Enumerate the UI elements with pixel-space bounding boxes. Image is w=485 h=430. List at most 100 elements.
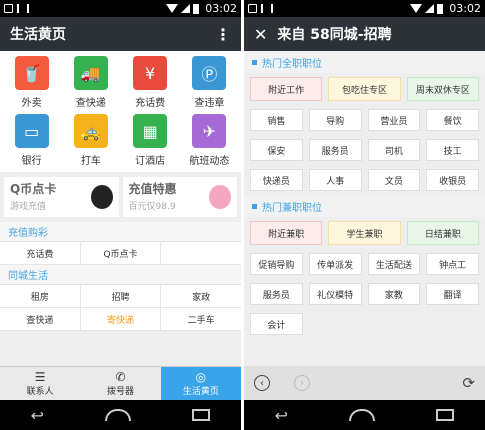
job-chip[interactable]: 销售 (250, 109, 303, 131)
service-link[interactable]: 查快递 (0, 308, 81, 330)
signal-icon (181, 4, 191, 13)
job-chip[interactable]: 服务员 (250, 283, 303, 305)
job-chip[interactable]: 技工 (426, 139, 479, 161)
taxi-icon: 🚕 (73, 114, 108, 148)
service-link[interactable]: 家政 (161, 285, 241, 307)
service-label: 外卖 (21, 98, 42, 109)
service-phone[interactable]: ¥ 充话费 (121, 56, 180, 114)
job-chip[interactable]: 导购 (308, 109, 362, 131)
back-nav-icon[interactable]: ↩ (31, 406, 44, 425)
refresh-button[interactable]: ⟳ (462, 374, 475, 392)
section-title: 热门全职职位 (244, 51, 485, 73)
tab-dialer[interactable]: ✆ 拨号器 (80, 367, 160, 400)
job-chip[interactable]: 生活配送 (367, 253, 421, 275)
status-bar: 03:02 (0, 0, 241, 17)
job-chip[interactable]: 司机 (367, 139, 421, 161)
tab-contacts[interactable]: ☰ 联系人 (0, 367, 80, 400)
back-nav-icon[interactable]: ↩ (275, 406, 288, 425)
promo-card[interactable]: Q币点卡 游戏充值 (4, 177, 119, 217)
penguin-icon (90, 185, 113, 209)
service-label: 充话费 (135, 98, 166, 109)
more-icon[interactable]: ⋮ (215, 25, 231, 44)
service-grid: 🥤 外卖 🚚 查快递 ¥ 充话费 Ⓟ 查违章 ▭ 银行 🚕 打车 ▦ 订酒店 ✈ 航班动态 (0, 51, 241, 172)
phone-icon: ¥ (133, 56, 168, 90)
app-bar: ✕ 来自 58同城-招聘 (244, 17, 485, 51)
job-chip[interactable]: 文员 (367, 169, 421, 191)
browser-toolbar: ‹ › ⟳ (244, 366, 485, 400)
job-chip[interactable]: 传单派发 (308, 253, 362, 275)
job-chip[interactable]: 家教 (367, 283, 421, 305)
job-chip[interactable]: 收银员 (426, 169, 479, 191)
service-link[interactable]: 租房 (0, 285, 81, 307)
service-drink[interactable]: 🥤 外卖 (2, 56, 61, 114)
home-nav-icon[interactable] (105, 409, 132, 421)
job-chip[interactable]: 保安 (250, 139, 303, 161)
service-link[interactable]: 寄快递 (81, 308, 162, 330)
service-label: 查违章 (194, 98, 225, 109)
drink-icon: 🥤 (14, 56, 49, 90)
promo-card[interactable]: 充值特惠 百元仅98.9 (122, 177, 237, 217)
parking-icon: Ⓟ (192, 56, 227, 90)
system-nav-bar: ↩ (0, 400, 241, 430)
job-chip[interactable]: 礼仪模特 (308, 283, 362, 305)
recents-nav-icon[interactable] (436, 409, 455, 421)
job-chip[interactable]: 会计 (250, 313, 303, 335)
job-chip[interactable]: 快递员 (250, 169, 303, 191)
job-chip[interactable]: 餐饮 (426, 109, 479, 131)
home-nav-icon[interactable] (349, 409, 376, 421)
close-icon[interactable]: ✕ (254, 25, 267, 44)
job-chip[interactable]: 服务员 (308, 139, 362, 161)
job-chip[interactable]: 翻译 (426, 283, 479, 305)
yellowpages-icon: ◎ (195, 369, 207, 384)
job-chip[interactable]: 促销导购 (250, 253, 303, 275)
job-chip[interactable]: 钟点工 (426, 253, 479, 275)
job-row: 服务员 礼仪模特 家教 翻译 (244, 279, 485, 309)
tab-label: 生活黄页 (182, 386, 219, 397)
featured-chip[interactable]: 附近兼职 (250, 221, 323, 245)
tab-label: 联系人 (26, 386, 54, 397)
status-bar: 03:02 (244, 0, 485, 17)
service-parking[interactable]: Ⓟ 查违章 (180, 56, 239, 114)
right-phone-screen: 03:02 ✕ 来自 58同城-招聘 热门全职职位附近工作 包吃住专区 周末双休专区… (244, 0, 485, 430)
hotel-icon: ▦ (133, 114, 168, 148)
bullet-icon (252, 59, 257, 65)
section-label: 热门兼职职位 (262, 202, 322, 214)
job-row: 会计 (244, 309, 485, 339)
plane-icon: ✈ (192, 114, 227, 148)
service-link[interactable]: Q币点卡 (81, 242, 162, 264)
service-taxi[interactable]: 🚕 打车 (61, 114, 120, 172)
featured-chip[interactable]: 学生兼职 (328, 221, 401, 245)
piggy-bank-icon (209, 185, 231, 209)
job-chip[interactable]: 人事 (308, 169, 362, 191)
section-title: 热门兼职职位 (244, 195, 485, 217)
battery-icon (193, 3, 200, 14)
service-card[interactable]: ▭ 银行 (2, 114, 61, 172)
featured-chip[interactable]: 包吃住专区 (328, 77, 401, 101)
service-link[interactable]: 充话费 (0, 242, 81, 264)
bullet-icon (252, 203, 257, 209)
recents-nav-icon[interactable] (192, 409, 211, 421)
bottom-nav: ☰ 联系人 ✆ 拨号器 ◎ 生活黄页 (0, 366, 241, 400)
service-label: 查快递 (75, 98, 106, 109)
featured-chip[interactable]: 周末双休专区 (406, 77, 479, 101)
back-button[interactable]: ‹ (254, 375, 270, 391)
battery-icon (437, 3, 444, 14)
featured-chip[interactable]: 日结兼职 (406, 221, 479, 245)
page-title: 生活黄页 (10, 27, 66, 43)
service-hotel[interactable]: ▦ 订酒店 (121, 114, 180, 172)
featured-chip[interactable]: 附近工作 (250, 77, 323, 101)
page-title: 来自 58同城-招聘 (277, 27, 392, 43)
tab-yellowpages[interactable]: ◎ 生活黄页 (160, 367, 241, 400)
service-row: 租房 招聘 家政 (0, 285, 241, 308)
service-truck[interactable]: 🚚 查快递 (61, 56, 120, 114)
service-label: 银行 (21, 156, 42, 167)
job-categories: 热门全职职位 附近工作 包吃住专区 周末双休专区 销售 导购 营业员 餐饮 保安 服务员 司机 技工快… (244, 51, 485, 339)
service-plane[interactable]: ✈ 航班动态 (180, 114, 239, 172)
forward-button[interactable]: › (294, 375, 310, 391)
service-link[interactable]: 招聘 (81, 285, 162, 307)
service-link[interactable]: 二手车 (161, 308, 241, 330)
clock: 03:02 (449, 2, 481, 15)
wifi-icon (166, 4, 179, 13)
job-chip[interactable]: 营业员 (367, 109, 421, 131)
signal-icon (425, 4, 435, 13)
